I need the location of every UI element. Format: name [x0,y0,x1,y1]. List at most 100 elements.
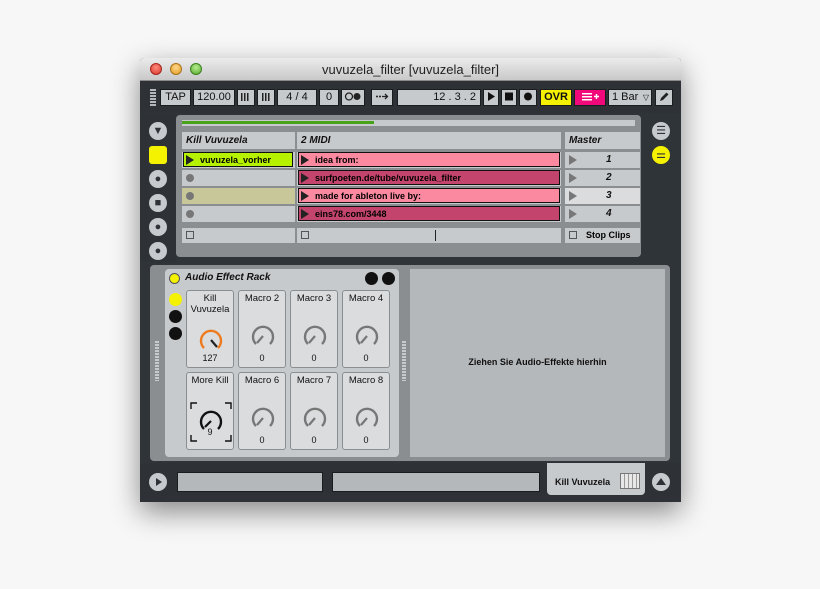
scene-launch-3[interactable]: 3 [565,188,640,204]
tempo-field[interactable]: 120.00 [193,89,235,106]
metronome-icon[interactable] [341,89,365,106]
clip-slot[interactable]: made for ableton live by: [297,188,561,204]
device-power-icon[interactable] [169,273,180,284]
play-button[interactable] [483,89,499,106]
clip-name: vuvuzela_vorher [200,155,272,165]
clip-name: made for ableton live by: [315,191,422,201]
macro-knob-6[interactable]: Macro 6 0 [238,372,286,450]
show-devices-icon[interactable] [169,327,182,340]
macro-label: Macro 6 [244,375,280,386]
show-info-view-icon[interactable] [149,473,167,491]
toolbar-grip [150,89,156,106]
stop-icon[interactable] [186,231,194,239]
hide-show-browser-icon[interactable]: ▼ [149,122,167,140]
samples-icon[interactable]: ● [149,218,167,236]
macro-knob-2[interactable]: Macro 2 0 [238,290,286,368]
session-view-toggle-icon[interactable]: ☰ [652,122,670,140]
clips-icon[interactable]: ● [149,242,167,260]
macro-value: 0 [259,353,265,363]
clip-idea-from[interactable]: idea from: [298,152,560,167]
nudge-up-icon[interactable] [257,89,275,106]
audio-effect-rack: Audio Effect Rack Kill Vuvuzela 127 Macr… [165,269,399,457]
session-view: Kill Vuvuzela 2 MIDI Master vuvuzela_vor… [176,115,641,257]
draw-mode-pencil-icon[interactable] [655,89,673,106]
stop-button[interactable] [501,89,517,106]
scene-launch-4[interactable]: 4 [565,206,640,222]
hot-swap-icon[interactable] [365,272,378,285]
record-button[interactable] [519,89,537,106]
track-stop-slot[interactable] [182,228,295,243]
macro-knob-8[interactable]: Macro 8 0 [342,372,390,450]
clip-slot[interactable]: vuvuzela_vorher [182,152,295,168]
arrangement-position-field[interactable]: 12 . 3 . 2 [397,89,481,106]
macro-knob-3[interactable]: Macro 3 0 [290,290,338,368]
insert-marker [435,230,436,241]
save-preset-icon[interactable] [382,272,395,285]
overdub-button[interactable]: OVR [540,89,572,106]
clip-slot[interactable]: surfpoeten.de/tube/vuvuzela_filter [297,170,561,186]
track-header-2-midi[interactable]: 2 MIDI [297,132,561,149]
lock-icon[interactable]: ■ [149,194,167,212]
quantization-value: 1 Bar [612,91,639,103]
macro-value: 9 [207,427,213,437]
macro-knob-1[interactable]: Kill Vuvuzela 127 [186,290,234,368]
arrangement-view-toggle-icon[interactable]: ⚌ [652,146,670,164]
automation-arm-icon[interactable] [574,89,606,106]
stop-all-clips-button[interactable]: Stop Clips [565,228,640,243]
macro-knob-7[interactable]: Macro 7 0 [290,372,338,450]
browser-folder-icon[interactable] [149,146,167,164]
master-track-header[interactable]: Master [565,132,640,149]
clip-play-icon[interactable] [301,191,309,201]
clip-slot[interactable] [182,188,295,204]
selected-track-tab[interactable]: Kill Vuvuzela [547,463,645,495]
empty-slot-icon [186,174,194,182]
scene-launch-1[interactable]: 1 [565,152,640,168]
scene-number: 3 [606,190,612,201]
macro-label: Macro 7 [296,375,332,386]
overdub-count-field[interactable]: 0 [319,89,339,106]
scene-launch-2[interactable]: 2 [565,170,640,186]
title-bar: vuvuzela_filter [vuvuzela_filter] [140,58,681,81]
scene-play-icon[interactable] [569,173,577,183]
follow-icon[interactable] [371,89,393,106]
chain-grip[interactable] [402,341,406,381]
show-macros-icon[interactable] [169,293,182,306]
session-overview[interactable] [182,120,635,126]
scene-number: 2 [606,172,612,183]
scene-play-icon[interactable] [569,209,577,219]
macro-knob-5[interactable]: More Kill 9 [186,372,234,450]
clip-surfpoeten[interactable]: surfpoeten.de/tube/vuvuzela_filter [298,170,560,185]
track-header-kill-vuvuzela[interactable]: Kill Vuvuzela [182,132,295,149]
clip-slot[interactable] [182,206,295,222]
clip-slot[interactable]: idea from: [297,152,561,168]
time-signature-field[interactable]: 4 / 4 [277,89,317,106]
hide-detail-view-icon[interactable] [652,473,670,491]
show-chain-list-icon[interactable] [169,310,182,323]
clip-slot[interactable]: eins78.com/3448 [297,206,561,222]
macro-knob-4[interactable]: Macro 4 0 [342,290,390,368]
clip-play-icon[interactable] [301,173,309,183]
clip-play-icon[interactable] [186,155,194,165]
clip-play-icon[interactable] [301,209,309,219]
macro-value: 0 [363,435,369,445]
scene-play-icon[interactable] [569,191,577,201]
status-bar: Kill Vuvuzela [140,463,681,502]
track-stop-slot[interactable] [297,228,561,243]
audio-effect-drop-area[interactable]: Ziehen Sie Audio-Effekte hierhin [410,269,665,457]
plugin-browser-icon[interactable]: ● [149,170,167,188]
clip-vuvuzela-vorher[interactable]: vuvuzela_vorher [183,152,293,167]
macro-value: 127 [202,353,218,363]
clip-name: eins78.com/3448 [315,209,387,219]
clip-play-icon[interactable] [301,155,309,165]
scene-play-icon[interactable] [569,155,577,165]
nudge-down-icon[interactable] [237,89,255,106]
macro-label: Macro 4 [348,293,384,304]
device-grip[interactable] [155,341,159,381]
clip-slot[interactable] [182,170,295,186]
tap-button[interactable]: TAP [160,89,191,106]
clip-eins78[interactable]: eins78.com/3448 [298,206,560,221]
stop-icon[interactable] [301,231,309,239]
clip-made-for-ableton[interactable]: made for ableton live by: [298,188,560,203]
empty-slot-icon [186,210,194,218]
quantization-menu[interactable]: 1 Bar ▽ [608,89,652,106]
